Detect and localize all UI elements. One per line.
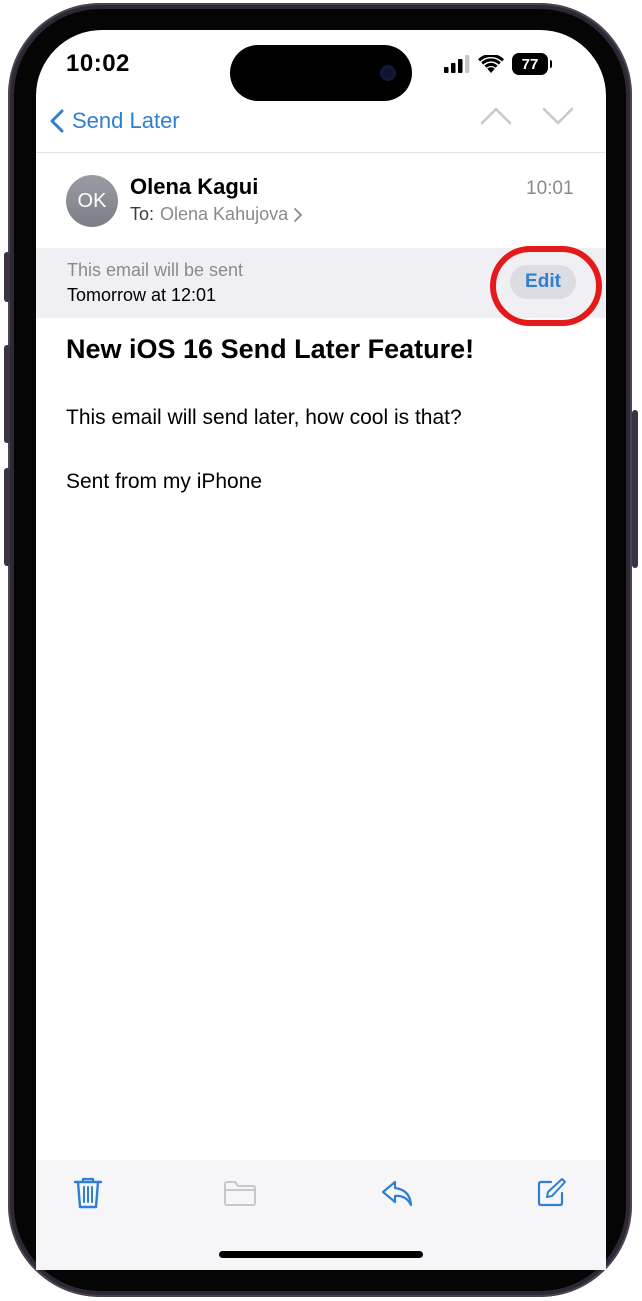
power-button (632, 410, 638, 568)
message-time: 10:01 (526, 178, 574, 199)
back-button[interactable]: Send Later (50, 108, 180, 134)
volume-up-button (4, 345, 10, 443)
volume-down-button (4, 468, 10, 566)
chevron-down-icon[interactable] (542, 106, 574, 126)
chevron-up-icon[interactable] (480, 106, 512, 126)
banner-subtitle: This email will be sent (67, 260, 244, 280)
back-label: Send Later (72, 108, 180, 133)
cellular-signal-icon (444, 55, 470, 73)
avatar: OK (66, 175, 118, 227)
chevron-left-icon (50, 109, 64, 133)
email-signature: Sent from my iPhone (66, 470, 263, 493)
move-folder-button[interactable] (223, 1176, 257, 1210)
highlight-circle (490, 246, 602, 326)
trash-button[interactable] (71, 1176, 105, 1210)
reply-icon (381, 1180, 413, 1207)
to-label: To: (130, 204, 155, 224)
email-subject: New iOS 16 Send Later Feature! (66, 334, 475, 364)
recipient-line[interactable]: To: Olena Kahujova (130, 204, 303, 225)
battery-level: 77 (521, 55, 539, 73)
home-indicator[interactable] (219, 1251, 423, 1258)
wifi-icon (478, 54, 504, 73)
recipient-name: Olena Kahujova (160, 204, 289, 224)
silent-switch (4, 252, 10, 302)
battery-tip (550, 60, 552, 68)
folder-icon (224, 1181, 256, 1206)
dynamic-island (230, 45, 412, 101)
battery-icon: 77 (512, 53, 552, 75)
email-body-line: This email will send later, how cool is … (66, 406, 462, 429)
status-icons: 77 (444, 52, 552, 76)
chevron-right-icon (294, 207, 303, 222)
screen (36, 30, 606, 1270)
message-nav-arrows (480, 106, 574, 126)
nav-divider (36, 152, 606, 153)
trash-icon (73, 1177, 103, 1209)
reply-button[interactable] (380, 1176, 414, 1210)
camera-icon (380, 65, 396, 81)
scheduled-time: Tomorrow at 12:01 (67, 285, 217, 305)
sender-name[interactable]: Olena Kagui (130, 174, 258, 200)
compose-icon (537, 1178, 566, 1207)
status-time: 10:02 (66, 50, 130, 77)
compose-button[interactable] (534, 1176, 568, 1210)
